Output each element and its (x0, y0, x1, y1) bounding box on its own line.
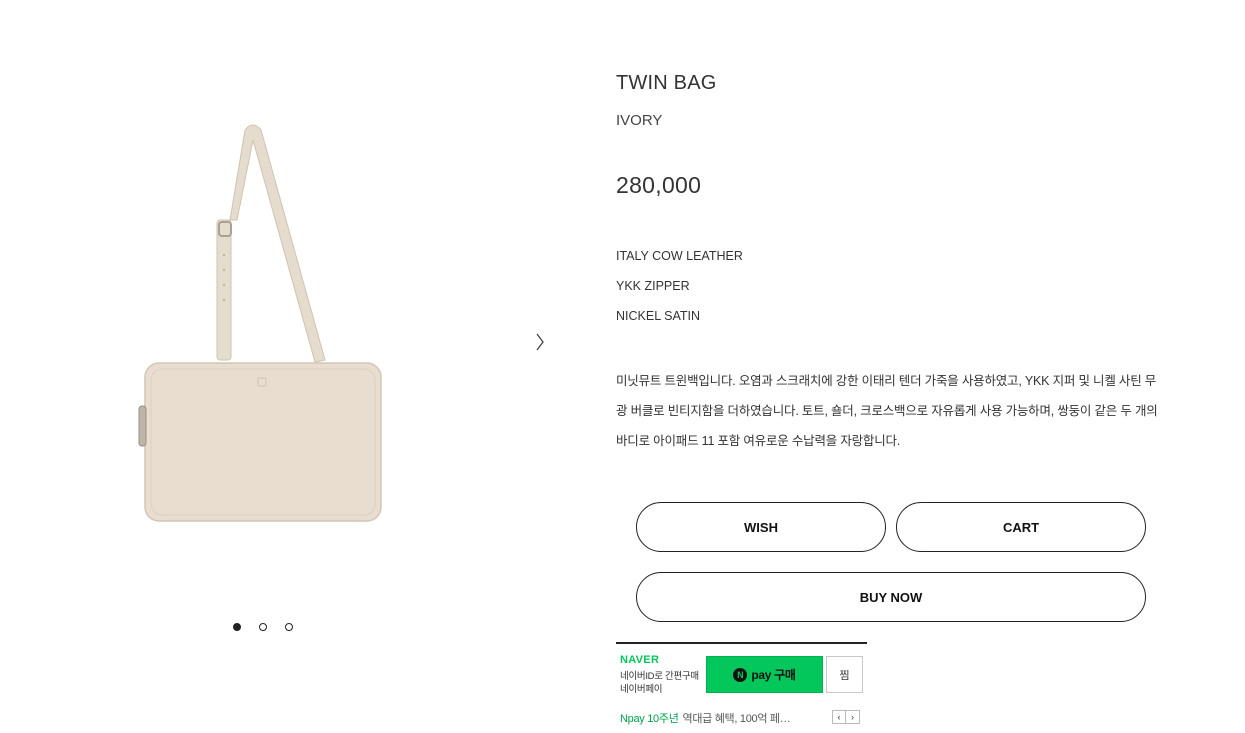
naver-n-icon: N (733, 667, 748, 682)
naver-pay-buy-button[interactable]: N pay 구매 (706, 656, 823, 693)
spec-item: YKK ZIPPER (616, 279, 690, 293)
product-description: 미닛뮤트 트윈백입니다. 오염과 스크래치에 강한 이태리 텐더 가죽을 사용하… (616, 374, 1158, 448)
promo-text: 역대급 혜택, 100억 페… (682, 713, 791, 725)
product-gallery (0, 0, 600, 733)
naver-pay-subtitle-2: 네이버페이 (620, 684, 663, 695)
promo-next-button[interactable]: › (846, 710, 860, 724)
buy-now-button[interactable]: BUY NOW (636, 572, 1146, 622)
gallery-dot-1[interactable] (233, 623, 241, 631)
product-title: TWIN BAG (616, 72, 717, 94)
cart-button[interactable]: CART (896, 502, 1146, 552)
product-specs: ITALY COW LEATHER YKK ZIPPER NICKEL SATI… (616, 249, 743, 339)
product-price: 280,000 (616, 172, 702, 198)
chevron-right-icon (536, 333, 544, 351)
promo-highlight: Npay 10주년 (620, 713, 679, 725)
gallery-dot-2[interactable] (259, 623, 267, 631)
gallery-pagination (233, 620, 293, 634)
promo-navigation: ‹ › (832, 710, 860, 724)
product-color: IVORY (616, 112, 663, 129)
gallery-dot-3[interactable] (285, 623, 293, 631)
naver-pay-widget: NAVER 네이버ID로 간편구매 네이버페이 N pay 구매 찜 Npay … (616, 642, 867, 733)
product-image (138, 124, 382, 522)
next-image-button[interactable] (530, 330, 550, 354)
naver-zzim-button[interactable]: 찜 (826, 656, 863, 693)
naver-pay-buy-label: pay 구매 (751, 668, 796, 682)
promo-prev-button[interactable]: ‹ (832, 710, 846, 724)
naver-pay-promo[interactable]: Npay 10주년 역대급 혜택, 100억 페… (620, 710, 826, 726)
wish-button[interactable]: WISH (636, 502, 886, 552)
spec-item: NICKEL SATIN (616, 309, 701, 323)
naver-logo: NAVER (620, 654, 660, 666)
spec-item: ITALY COW LEATHER (616, 249, 743, 263)
naver-pay-subtitle: 네이버ID로 간편구매 (620, 671, 699, 682)
